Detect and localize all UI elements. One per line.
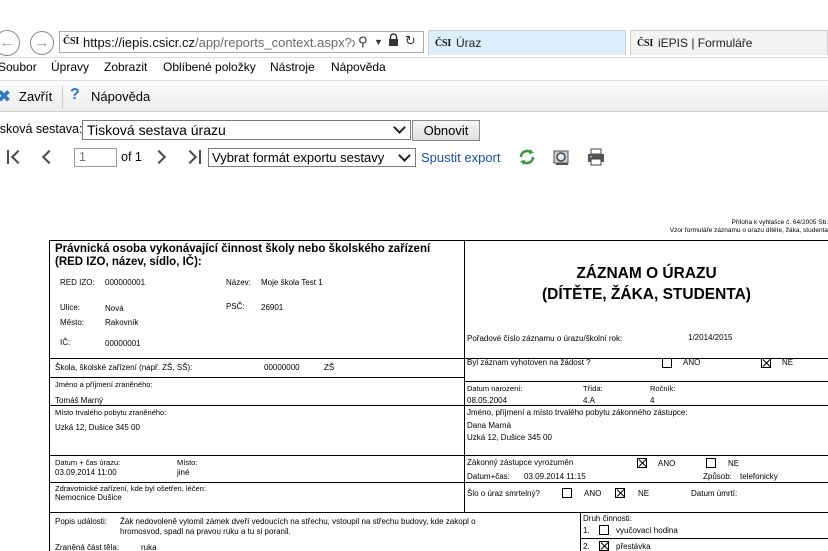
- arrow-left-icon: ←: [0, 34, 15, 51]
- class-value: 4.A: [583, 396, 596, 405]
- psc-value: 26901: [261, 303, 284, 312]
- first-page-button[interactable]: [3, 148, 26, 166]
- org-heading: Právnická osoba vykonávající činnost ško…: [55, 243, 431, 268]
- city-value: Rakovník: [105, 318, 139, 327]
- chevron-down-icon: [398, 149, 411, 162]
- help-button[interactable]: Nápověda: [91, 89, 150, 104]
- menu-item-soubor[interactable]: Soubor: [0, 60, 37, 74]
- last-page-icon: [182, 149, 198, 165]
- report-select[interactable]: Tisková sestava úrazu: [82, 120, 411, 140]
- fatal-yes-checkbox[interactable]: [562, 488, 572, 498]
- guardian-notified-no-checkbox[interactable]: [706, 458, 716, 468]
- help-icon[interactable]: ?: [70, 86, 80, 104]
- tab-label: iEPIS | Formuláře: [658, 36, 753, 50]
- annex-note: Příloha k vyhlášce č. 64/2005 Sb. Vzor f…: [669, 219, 828, 234]
- refresh-report-icon[interactable]: [518, 148, 536, 166]
- on-request-no-checkbox[interactable]: [761, 358, 771, 368]
- report-parameter-label: isková sestava:: [0, 122, 83, 136]
- chevron-left-icon: [41, 149, 57, 165]
- form-subtitle: (DÍTĚTE, ŽÁKA, STUDENTA): [542, 286, 751, 303]
- find-report-icon[interactable]: [553, 148, 571, 166]
- column-divider: [580, 512, 581, 551]
- dropdown-arrow-icon[interactable]: ▼: [374, 37, 383, 47]
- tab-iepis-formulare[interactable]: ČSI iEPIS | Formuláře: [630, 30, 828, 55]
- red-izo-value: 000000001: [105, 278, 146, 287]
- ic-value: 00000001: [105, 339, 141, 348]
- menu-item-napoveda[interactable]: Nápověda: [331, 60, 386, 74]
- menu-item-upravy[interactable]: Úpravy: [51, 60, 89, 74]
- url-field[interactable]: ČSI https://iepis.csicr.cz/app/reports_c…: [59, 31, 424, 53]
- page-number-input[interactable]: 1: [74, 148, 117, 167]
- next-page-button[interactable]: [151, 148, 168, 166]
- menu-item-nastroje[interactable]: Nástroje: [270, 60, 315, 74]
- event-text-line1: Žák nedovoleně vylomil zámek dveří vedou…: [120, 517, 476, 526]
- close-button[interactable]: Zavřít: [19, 89, 52, 104]
- close-icon[interactable]: ✖: [0, 87, 11, 107]
- injured-name-value: Tomáš Marný: [55, 396, 104, 405]
- injury-datetime-value: 03.09.2014 11:00: [55, 468, 117, 477]
- menu-item-zobrazit[interactable]: Zobrazit: [104, 60, 147, 74]
- menu-item-oblibene[interactable]: Oblíbené položky: [163, 60, 256, 74]
- refresh-page-icon[interactable]: ↻: [405, 33, 416, 49]
- print-icon[interactable]: [587, 148, 605, 166]
- residence-value: Uzká 12, Dušice 345 00: [55, 423, 140, 432]
- body-part-value: ruka: [141, 543, 157, 551]
- birth-date-value: 08.05.2004: [467, 396, 508, 405]
- activity-break-checkbox[interactable]: [599, 541, 609, 551]
- guardian-address-value: Uzká 12, Dušice 345 00: [467, 433, 552, 442]
- search-icon[interactable]: ⚲: [358, 34, 368, 50]
- notified-datetime-value: 03.09.2014 11:15: [524, 472, 586, 481]
- notify-method-value: telefonicky: [740, 472, 778, 481]
- last-page-button[interactable]: [182, 148, 205, 166]
- chevron-down-icon: [393, 121, 406, 134]
- page-count: of 1: [121, 150, 142, 164]
- lock-icon[interactable]: [388, 33, 399, 50]
- site-logo-icon: ČSI: [435, 38, 452, 49]
- injury-place-value: jiné: [177, 468, 190, 477]
- street-value: Nová: [105, 304, 124, 313]
- school-type-value: ZŠ: [324, 363, 335, 372]
- on-request-yes-checkbox[interactable]: [662, 358, 672, 368]
- forward-button[interactable]: →: [30, 31, 54, 55]
- tab-label: Úraz: [456, 36, 482, 50]
- school-name-value: Moje škola Test 1: [261, 278, 323, 287]
- menu-bar: Soubor Úpravy Zobrazit Oblíbené položky …: [0, 58, 828, 78]
- previous-page-button[interactable]: [40, 148, 57, 166]
- school-code-value: 00000000: [264, 363, 300, 372]
- grade-value: 4: [650, 396, 655, 405]
- first-page-icon: [7, 150, 9, 164]
- separator: [62, 86, 63, 108]
- back-button[interactable]: ←: [0, 30, 20, 56]
- guardian-name-value: Dana Marná: [467, 421, 512, 430]
- guardian-notified-yes-checkbox[interactable]: [637, 458, 647, 468]
- record-number-value: 1/2014/2015: [688, 333, 733, 342]
- site-logo-icon: ČSI: [637, 38, 654, 49]
- form-title: ZÁZNAM O ÚRAZU: [576, 265, 717, 282]
- export-format-select[interactable]: Vybrat formát exportu sestavy: [208, 148, 416, 167]
- injury-record-form: Právnická osoba vykonávající činnost ško…: [49, 240, 828, 551]
- fatal-no-checkbox[interactable]: [615, 488, 625, 498]
- refresh-button[interactable]: Obnovit: [412, 120, 480, 141]
- site-logo-icon: ČSI: [63, 36, 80, 47]
- tab-uraz[interactable]: ČSI Úraz: [428, 30, 626, 55]
- command-bar: ✖ Zavřít ? Nápověda: [0, 80, 828, 112]
- chevron-right-icon: [151, 149, 167, 165]
- arrow-right-icon: →: [34, 34, 50, 51]
- url-text[interactable]: https://iepis.csicr.cz/app/reports_conte…: [83, 35, 355, 50]
- export-link[interactable]: Spustit export: [421, 150, 501, 165]
- activity-lesson-checkbox[interactable]: [599, 525, 609, 535]
- browser-address-bar: ← → ČSI https://iepis.csicr.cz/app/repor…: [0, 0, 828, 58]
- medical-facility-value: Nemocnice Dušice: [55, 493, 122, 502]
- event-text-line2: hromosvod, spadl na pravou ruku a tu si …: [120, 527, 291, 536]
